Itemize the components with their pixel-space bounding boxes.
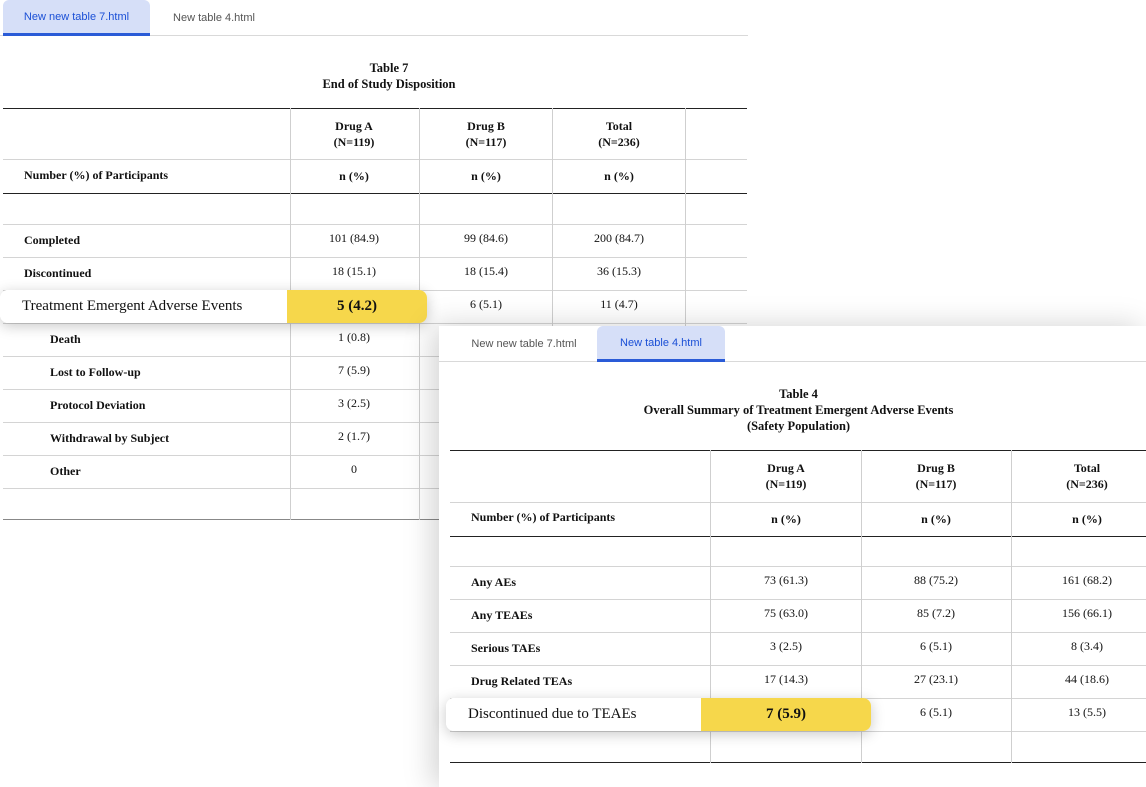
row-label-death: Death	[50, 332, 81, 346]
table-cell: 36 (15.3)	[597, 264, 641, 278]
highlight-callout-discontinued-teaes: Discontinued due to TEAEs 7 (5.9)	[446, 698, 871, 731]
row-label-other: Other	[50, 464, 81, 478]
tab-new-table-4[interactable]: New table 4.html	[150, 0, 278, 36]
table-cell: 27 (23.1)	[914, 672, 958, 686]
tab-new-new-table-7[interactable]: New new table 7.html	[454, 326, 594, 362]
row-header-label: Number (%) of Participants	[471, 510, 616, 524]
row-label-lost-to-follow-up: Lost to Follow-up	[50, 365, 141, 379]
table-cell: 3 (2.5)	[770, 639, 802, 653]
table-cell: 17 (14.3)	[764, 672, 808, 686]
col-header-drug-b: Drug B (N=117)	[465, 119, 507, 149]
table-cell: 3 (2.5)	[338, 396, 370, 410]
col-header-drug-a: Drug A (N=119)	[765, 461, 807, 491]
highlight-value: 7 (5.9)	[701, 698, 871, 731]
row-label-serious-taes: Serious TAEs	[471, 641, 541, 655]
row-label-protocol-deviation: Protocol Deviation	[50, 398, 146, 412]
row-label-withdrawal-by-subject: Withdrawal by Subject	[50, 431, 170, 445]
table-cell: 18 (15.4)	[464, 264, 508, 278]
table-cell: 7 (5.9)	[338, 363, 370, 377]
table-cell: 73 (61.3)	[764, 573, 808, 587]
table-cell: 11 (4.7)	[600, 297, 638, 311]
tab-bar: New new table 7.html New table 4.html	[439, 326, 1146, 362]
table-cell: 6 (5.1)	[920, 639, 952, 653]
stat-label: n (%)	[339, 169, 369, 183]
table-subtitle: Overall Summary of Treatment Emergent Ad…	[643, 403, 954, 417]
highlight-label: Discontinued due to TEAEs	[446, 698, 701, 731]
table-population: (Safety Population)	[746, 419, 851, 433]
stat-label: n (%)	[771, 512, 801, 526]
table-cell: 6 (5.1)	[470, 297, 502, 311]
table-cell: 75 (63.0)	[764, 606, 808, 620]
col-header-drug-a: Drug A (N=119)	[333, 119, 375, 149]
table-cell: 44 (18.6)	[1065, 672, 1109, 686]
table-cell: 18 (15.1)	[332, 264, 376, 278]
table-cell: 13 (5.5)	[1068, 705, 1106, 719]
tab-new-table-4[interactable]: New table 4.html	[597, 326, 725, 362]
tab-new-new-table-7[interactable]: New new table 7.html	[3, 0, 150, 36]
table-cell: 0	[351, 462, 357, 476]
table-cell: 101 (84.9)	[329, 231, 379, 245]
row-label-any-aes: Any AEs	[471, 575, 517, 589]
highlight-callout-teae: Treatment Emergent Adverse Events 5 (4.2…	[0, 290, 427, 323]
row-label-drug-related-teas: Drug Related TEAs	[471, 674, 573, 688]
table-title: Table 4	[779, 387, 818, 401]
col-header-drug-b: Drug B (N=117)	[915, 461, 957, 491]
row-label-completed: Completed	[24, 233, 80, 247]
col-header-total: Total (N=236)	[1066, 461, 1108, 491]
table-cell: 1 (0.8)	[338, 330, 370, 344]
row-label-discontinued: Discontinued	[24, 266, 92, 280]
table-cell: 200 (84.7)	[594, 231, 644, 245]
table-subtitle: End of Study Disposition	[322, 77, 456, 91]
stat-label: n (%)	[921, 512, 951, 526]
table-cell: 88 (75.2)	[914, 573, 958, 587]
table-cell: 8 (3.4)	[1071, 639, 1103, 653]
table-title: Table 7	[369, 61, 409, 75]
highlight-value: 5 (4.2)	[287, 290, 427, 323]
stat-label: n (%)	[604, 169, 634, 183]
col-header-total: Total (N=236)	[598, 119, 640, 149]
table-cell: 85 (7.2)	[917, 606, 955, 620]
table-cell: 2 (1.7)	[338, 429, 370, 443]
table-cell: 156 (66.1)	[1062, 606, 1112, 620]
row-header-label: Number (%) of Participants	[24, 168, 169, 182]
table-cell: 161 (68.2)	[1062, 573, 1112, 587]
table-cell: 6 (5.1)	[920, 705, 952, 719]
row-label-any-teaes: Any TEAEs	[471, 608, 533, 622]
stat-label: n (%)	[1072, 512, 1102, 526]
stat-label: n (%)	[471, 169, 501, 183]
tab-bar: New new table 7.html New table 4.html	[0, 0, 748, 36]
highlight-label: Treatment Emergent Adverse Events	[0, 290, 287, 323]
table-cell: 99 (84.6)	[464, 231, 508, 245]
